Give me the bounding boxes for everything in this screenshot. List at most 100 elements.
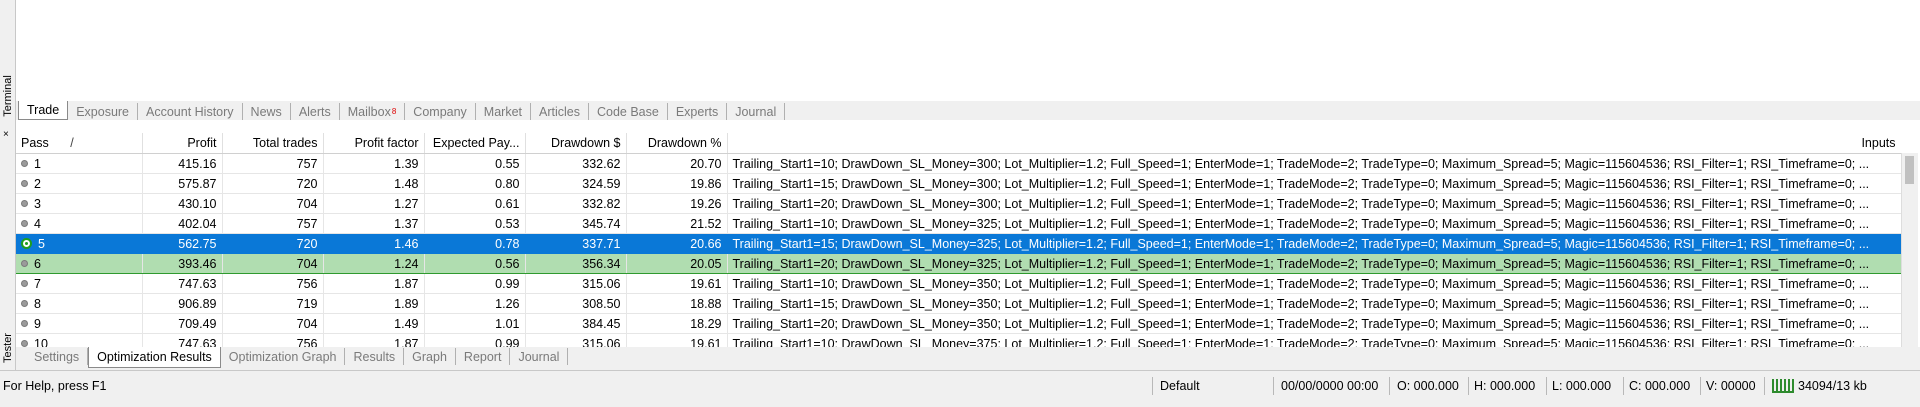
- tab-settings[interactable]: Settings: [26, 348, 89, 365]
- cell-dd: 345.74: [525, 213, 627, 234]
- cell-ddp: 18.88: [626, 293, 728, 314]
- tab-account-history[interactable]: Account History: [138, 103, 243, 120]
- cell-trades: 719: [222, 293, 324, 314]
- cell-profit: 402.04: [142, 213, 223, 234]
- cell-dd: 384.45: [525, 313, 627, 334]
- table-row[interactable]: 5 562.75 720 1.46 0.78 337.71 20.66 Trailing_St…: [16, 233, 1918, 254]
- cell-pf: 1.48: [323, 173, 425, 194]
- bar-volume: V: 00000: [1706, 379, 1756, 393]
- column-header-pass[interactable]: Pass /: [16, 133, 143, 154]
- cell-pf: 1.87: [323, 333, 425, 347]
- terminal-side-label[interactable]: Terminal: [0, 70, 15, 122]
- vertical-scrollbar[interactable]: [1901, 153, 1918, 347]
- pass-cell: 6: [16, 253, 143, 274]
- cell-dd: 324.59: [525, 173, 627, 194]
- cell-inputs: Trailing_Start1=15; DrawDown_SL_Money=30…: [727, 173, 1918, 194]
- traffic-label: 34094/13 kb: [1798, 379, 1867, 393]
- table-row[interactable]: 6 393.46 704 1.24 0.56 356.34 20.05 Trailing_St…: [16, 253, 1918, 274]
- terminal-side-label-text: Terminal: [1, 75, 14, 117]
- status-divider: [1152, 377, 1153, 395]
- tab-code-base[interactable]: Code Base: [589, 103, 668, 120]
- table-row[interactable]: 4 402.04 757 1.37 0.53 345.74 21.52 Trailing_St…: [16, 213, 1918, 234]
- cell-trades: 720: [222, 233, 324, 254]
- connection-status[interactable]: 34094/13 kb: [1772, 371, 1867, 401]
- cell-profit: 430.10: [142, 193, 223, 214]
- cell-pf: 1.39: [323, 153, 425, 174]
- tester-tab-bar: Settings Optimization Results Optimization…: [16, 347, 1920, 370]
- column-header-drawdown-percent[interactable]: Drawdown %: [626, 133, 728, 154]
- column-header-drawdown-money[interactable]: Drawdown $: [525, 133, 627, 154]
- pass-cell: 8: [16, 293, 143, 314]
- tab-experts[interactable]: Experts: [668, 103, 728, 120]
- pass-dot-icon: [21, 280, 28, 287]
- pass-dot-icon: [21, 260, 28, 267]
- terminal-tab-bar: Trade Exposure Account History News Alerts Ma…: [16, 101, 1920, 120]
- cell-inputs: Trailing_Start1=10; DrawDown_SL_Money=32…: [727, 213, 1918, 234]
- pass-cell: 9: [16, 313, 143, 334]
- tab-graph[interactable]: Graph: [404, 348, 456, 365]
- table-row[interactable]: 3 430.10 704 1.27 0.61 332.82 19.26 Trailing_St…: [16, 193, 1918, 214]
- cell-trades: 704: [222, 253, 324, 274]
- cell-inputs: Trailing_Start1=20; DrawDown_SL_Money=35…: [727, 313, 1918, 334]
- table-row[interactable]: 8 906.89 719 1.89 1.26 308.50 18.88 Trailing_St…: [16, 293, 1918, 314]
- pass-cell: 1: [16, 153, 143, 174]
- profile-name[interactable]: Default: [1160, 371, 1200, 401]
- cell-trades: 704: [222, 313, 324, 334]
- cell-dd: 356.34: [525, 253, 627, 274]
- cell-trades: 704: [222, 193, 324, 214]
- cell-profit: 747.63: [142, 333, 223, 347]
- status-divider: [1389, 377, 1390, 395]
- cell-dd: 332.62: [525, 153, 627, 174]
- column-header-profit-factor[interactable]: Profit factor: [323, 133, 425, 154]
- cell-inputs: Trailing_Start1=10; DrawDown_SL_Money=35…: [727, 273, 1918, 294]
- tab-results[interactable]: Results: [345, 348, 405, 365]
- table-row[interactable]: 1 415.16 757 1.39 0.55 332.62 20.70 Trailing_St…: [16, 153, 1918, 174]
- column-header-total-trades[interactable]: Total trades: [222, 133, 324, 154]
- bar-high: H: 000.000: [1474, 379, 1536, 393]
- pass-dot-icon: [21, 200, 28, 207]
- column-header-profit[interactable]: Profit: [142, 133, 223, 154]
- bar-open: O: 000.000: [1397, 379, 1459, 393]
- column-header-inputs[interactable]: Inputs: [727, 133, 1918, 154]
- tab-articles[interactable]: Articles: [531, 103, 589, 120]
- cell-ddp: 19.61: [626, 333, 728, 347]
- tab-optimization-results[interactable]: Optimization Results: [88, 347, 221, 368]
- table-row[interactable]: 7 747.63 756 1.87 0.99 315.06 19.61 Trailing_St…: [16, 273, 1918, 294]
- cell-inputs: Trailing_Start1=15; DrawDown_SL_Money=35…: [727, 293, 1918, 314]
- column-header-expected-payoff[interactable]: Expected Pay...: [424, 133, 526, 154]
- terminal-content-area: [16, 0, 1920, 102]
- status-divider: [1468, 377, 1469, 395]
- pass-cell: 5: [16, 233, 143, 254]
- tab-optimization-graph[interactable]: Optimization Graph: [221, 348, 346, 365]
- table-row[interactable]: 10 747.63 756 1.87 0.99 315.06 19.61 Trailing_S…: [16, 333, 1918, 347]
- mailbox-badge: 8: [391, 107, 397, 116]
- tab-journal[interactable]: Journal: [727, 103, 786, 120]
- pass-cell: 7: [16, 273, 143, 294]
- tab-company[interactable]: Company: [405, 103, 476, 120]
- status-divider: [1623, 377, 1624, 395]
- tab-journal[interactable]: Journal: [510, 348, 569, 365]
- side-strip: [0, 0, 16, 370]
- scrollbar-thumb[interactable]: [1905, 156, 1914, 184]
- cell-ddp: 20.66: [626, 233, 728, 254]
- tab-trade[interactable]: Trade: [18, 101, 69, 120]
- cell-trades: 757: [222, 213, 324, 234]
- cell-pf: 1.87: [323, 273, 425, 294]
- tab-market[interactable]: Market: [476, 103, 531, 120]
- status-bar: For Help, press F1 Default 00/00/0000 00…: [0, 370, 1920, 407]
- cell-ep: 1.01: [424, 313, 526, 334]
- table-row[interactable]: 2 575.87 720 1.48 0.80 324.59 19.86 Trailing_St…: [16, 173, 1918, 194]
- tab-mailbox[interactable]: Mailbox 8: [340, 103, 406, 120]
- cell-profit: 415.16: [142, 153, 223, 174]
- pass-dot-icon: [21, 180, 28, 187]
- cell-ep: 0.78: [424, 233, 526, 254]
- close-icon[interactable]: ×: [3, 130, 9, 140]
- cell-pf: 1.27: [323, 193, 425, 214]
- tab-news[interactable]: News: [243, 103, 291, 120]
- cell-trades: 756: [222, 273, 324, 294]
- tab-exposure[interactable]: Exposure: [68, 103, 139, 120]
- tab-report[interactable]: Report: [456, 348, 511, 365]
- tester-side-label[interactable]: Tester: [0, 325, 15, 370]
- tab-alerts[interactable]: Alerts: [291, 103, 340, 120]
- table-row[interactable]: 9 709.49 704 1.49 1.01 384.45 18.29 Trailing_St…: [16, 313, 1918, 334]
